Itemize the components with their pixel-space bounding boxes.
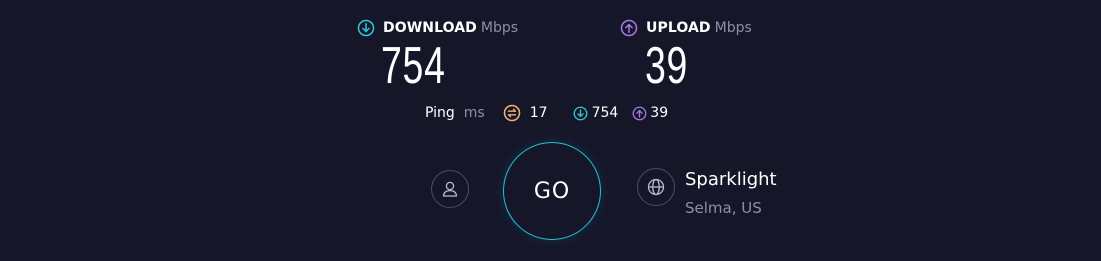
ping-label: Ping: [425, 105, 455, 121]
upload-value: 39: [645, 37, 689, 95]
upload-unit: Mbps: [714, 20, 752, 36]
server-button[interactable]: [637, 168, 675, 206]
download-value: 754: [381, 37, 446, 95]
upload-header: UPLOAD Mbps: [620, 18, 752, 38]
download-latency-icon: [573, 106, 588, 121]
go-button-label: GO: [533, 178, 571, 204]
user-icon: [440, 179, 460, 199]
download-header: DOWNLOAD Mbps: [357, 18, 518, 38]
globe-icon: [646, 177, 666, 197]
download-arrow-icon: [357, 19, 375, 37]
upload-latency-value: 39: [650, 105, 669, 121]
ping-unit: ms: [463, 105, 485, 121]
user-button[interactable]: [431, 170, 469, 208]
ping-row: Ping ms 17 754 39: [425, 102, 668, 124]
upload-latency-icon: [632, 106, 647, 121]
download-metric: DOWNLOAD Mbps: [357, 18, 518, 38]
isp-name[interactable]: Sparklight: [685, 169, 777, 190]
upload-arrow-icon: [620, 19, 638, 37]
download-latency-value: 754: [591, 105, 619, 121]
idle-latency-icon: [503, 104, 521, 122]
go-button[interactable]: GO: [503, 142, 601, 240]
idle-latency-value: 17: [529, 105, 548, 121]
server-location[interactable]: Selma, US: [685, 199, 762, 217]
upload-metric: UPLOAD Mbps: [620, 18, 752, 38]
download-unit: Mbps: [480, 20, 519, 36]
upload-title: UPLOAD: [646, 20, 711, 36]
download-title: DOWNLOAD: [383, 20, 477, 36]
